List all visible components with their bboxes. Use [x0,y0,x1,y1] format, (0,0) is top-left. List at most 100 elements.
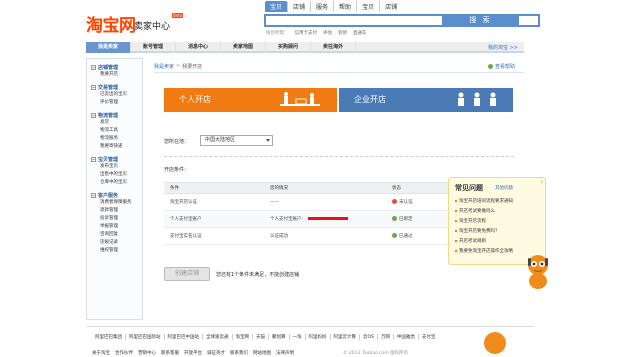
sidebar-head-label: 交易管理 [98,84,119,91]
sidebar-head-items[interactable]: − 宝贝管理 [91,155,142,163]
search-tab-item[interactable]: 宝贝 [356,1,379,12]
collapse-icon[interactable]: − [91,64,96,70]
footer-link[interactable]: 联系客服 [161,350,179,356]
search-tab-help[interactable]: 帮助 [333,1,356,12]
footer-link[interactable]: 合作伙伴 [115,350,133,356]
footer-link[interactable]: 天猫 [253,334,269,340]
footer-link[interactable]: 中国雅虎 [394,334,419,340]
faq-item[interactable]: 淘宝开店流程 [455,216,513,226]
footer-link[interactable]: 开放平台 [184,350,202,356]
nav-purchase-advisor[interactable]: 买购顾问 [266,42,311,53]
nav-messages[interactable]: 消息中心 [176,42,221,53]
search-tab-baobei[interactable]: 宝贝 [265,1,288,12]
faq-title: 常见问题 [455,184,483,192]
sidebar-item[interactable]: 出售中的宝贝 [91,171,142,179]
search-tab-service[interactable]: 服务 [310,1,333,12]
sidebar-item[interactable]: 仓库中的宝贝 [91,179,142,187]
mascot-icon[interactable] [524,251,552,291]
footer-link[interactable]: 联系我们 [230,350,248,356]
faq-item[interactable]: 开店考试要做吗么 [455,206,513,216]
footer-link[interactable]: 阿里巴巴中国站 [165,334,203,340]
floating-helper-icon[interactable] [484,332,506,354]
sidebar-item[interactable]: 举报管理 [91,223,142,231]
sidebar-head-service[interactable]: − 客户服务 [91,191,142,199]
nav-seller[interactable]: 我是卖家 [86,42,131,53]
breadcrumb-home[interactable]: 我是卖家 [154,63,174,70]
sidebar-item[interactable]: 我要开店 [91,71,142,79]
collapse-icon[interactable]: − [91,192,96,198]
search-tab-store[interactable]: 店铺 [379,1,402,12]
sidebar-item[interactable]: 物流服务 [91,135,142,143]
footer-link[interactable]: 云OS [360,334,378,340]
faq-more-link[interactable]: 其他问题 [495,185,513,191]
sidebar-item[interactable]: 物流工具 [91,127,142,135]
footer-links: 阿里巴巴集团 阿里巴巴国际站 阿里巴巴中国站 全球速卖通 淘宝网 天猫 聚划算 … [92,334,438,340]
sidebar-group-logistics: − 物流管理 发货 物流工具 物流服务 我要寄快递 [91,111,142,151]
faq-item[interactable]: 淘宝开店要免费吗？ [455,226,513,236]
sidebar-head-trade[interactable]: − 交易管理 [91,83,142,91]
condition-cell: 个人支付宝账户 [164,210,264,228]
footer-link[interactable]: 一淘 [290,334,306,340]
footer-link[interactable]: 阿里云计算 [331,334,360,340]
taobao-logo[interactable]: 淘宝网 [86,11,136,36]
nav-seller-map[interactable]: 卖家地图 [221,42,266,53]
footer-link[interactable]: 网站地图 [253,350,271,356]
hot-link[interactable]: 评估 [323,30,332,36]
sidebar-group-service: − 客户服务 消费者保障服务 退款管理 投诉管理 举报管理 咨询回复 违规记录 维… [91,191,142,255]
footer-link[interactable]: 聚划算 [269,334,290,340]
nav-overseas[interactable]: 卖往海外 [311,42,356,53]
footer-link[interactable]: 淘宝网 [233,334,253,340]
footer-link[interactable]: 关于淘宝 [92,350,110,356]
hot-link[interactable]: 直通车 [353,30,367,36]
sidebar-item[interactable]: 消费者保障服务 [91,199,142,207]
sidebar-head-shop[interactable]: − 店铺管理 [91,63,142,71]
footer-link[interactable]: 阿里妈妈 [306,334,331,340]
search-button[interactable]: 搜 索 [442,14,519,27]
faq-item[interactable]: 我要免淘宝开店操作全攻略 [455,246,513,256]
nav-account[interactable]: 账号管理 [131,42,176,53]
footer-link[interactable]: 阿里巴巴国际站 [126,334,165,340]
faq-item[interactable]: 开店考试规则 [455,236,513,246]
sidebar-item[interactable]: 违规记录 [91,239,142,247]
sidebar-item[interactable]: 投诉管理 [91,215,142,223]
hot-link[interactable]: 信用卡支付 [295,30,318,36]
sidebar-item[interactable]: 退款管理 [91,207,142,215]
close-icon[interactable]: x [541,179,543,184]
sidebar-item[interactable]: 已卖出的宝贝 [91,91,142,99]
collapse-icon[interactable]: − [91,156,96,162]
sidebar-group-shop: − 店铺管理 我要开店 [91,63,142,79]
situation-cell: 个人支付宝账户： [264,210,386,228]
collapse-icon[interactable]: − [91,84,96,90]
footer-link[interactable]: 营销中心 [138,350,156,356]
footer-link[interactable]: 支付宝 [419,334,439,340]
tab-company-shop[interactable]: 企业开店 [339,88,513,112]
tab-company-label: 企业开店 [354,95,386,104]
sidebar-item[interactable]: 发布宝贝 [91,163,142,171]
sidebar-item[interactable]: 咨询回复 [91,231,142,239]
my-taobao-link[interactable]: 我的淘宝 >> [488,44,518,51]
sidebar-item[interactable]: 维权管理 [91,247,142,255]
conditions-label: 开店条件： [164,167,190,173]
faq-item[interactable]: 淘宝开店培训流程要求通知 [455,196,513,206]
sidebar-item[interactable]: 发货 [91,119,142,127]
footer-link[interactable]: 诚征英才 [207,350,225,356]
footer-link[interactable]: 法律声明 [276,350,294,356]
sidebar-head-label: 店铺管理 [98,64,119,71]
footer-link[interactable]: 万网 [378,334,394,340]
view-help-link[interactable]: 查看帮助 [488,63,515,70]
sidebar-head-logistics[interactable]: − 物流管理 [91,111,142,119]
column-header: 状态 [386,182,448,194]
hot-link[interactable]: 装修 [338,30,347,36]
sidebar-item[interactable]: 我要寄快递 [91,143,142,151]
sidebar-item[interactable]: 评价管理 [91,99,142,107]
search-tab-shop[interactable]: 店铺 [287,1,310,12]
create-shop-button[interactable]: 创建店铺 [164,267,210,281]
breadcrumb-current: 我要开店 [182,64,203,70]
beta-badge: Beta [172,13,184,18]
collapse-icon[interactable]: − [91,112,96,118]
footer-link[interactable]: 全球速卖通 [203,334,233,340]
location-select[interactable]: 中国大陆地区 [200,135,273,146]
footer-link[interactable]: 阿里巴巴集团 [92,334,126,340]
tab-personal-shop[interactable]: 个人开店 [164,88,337,112]
bullet-icon [455,220,457,222]
